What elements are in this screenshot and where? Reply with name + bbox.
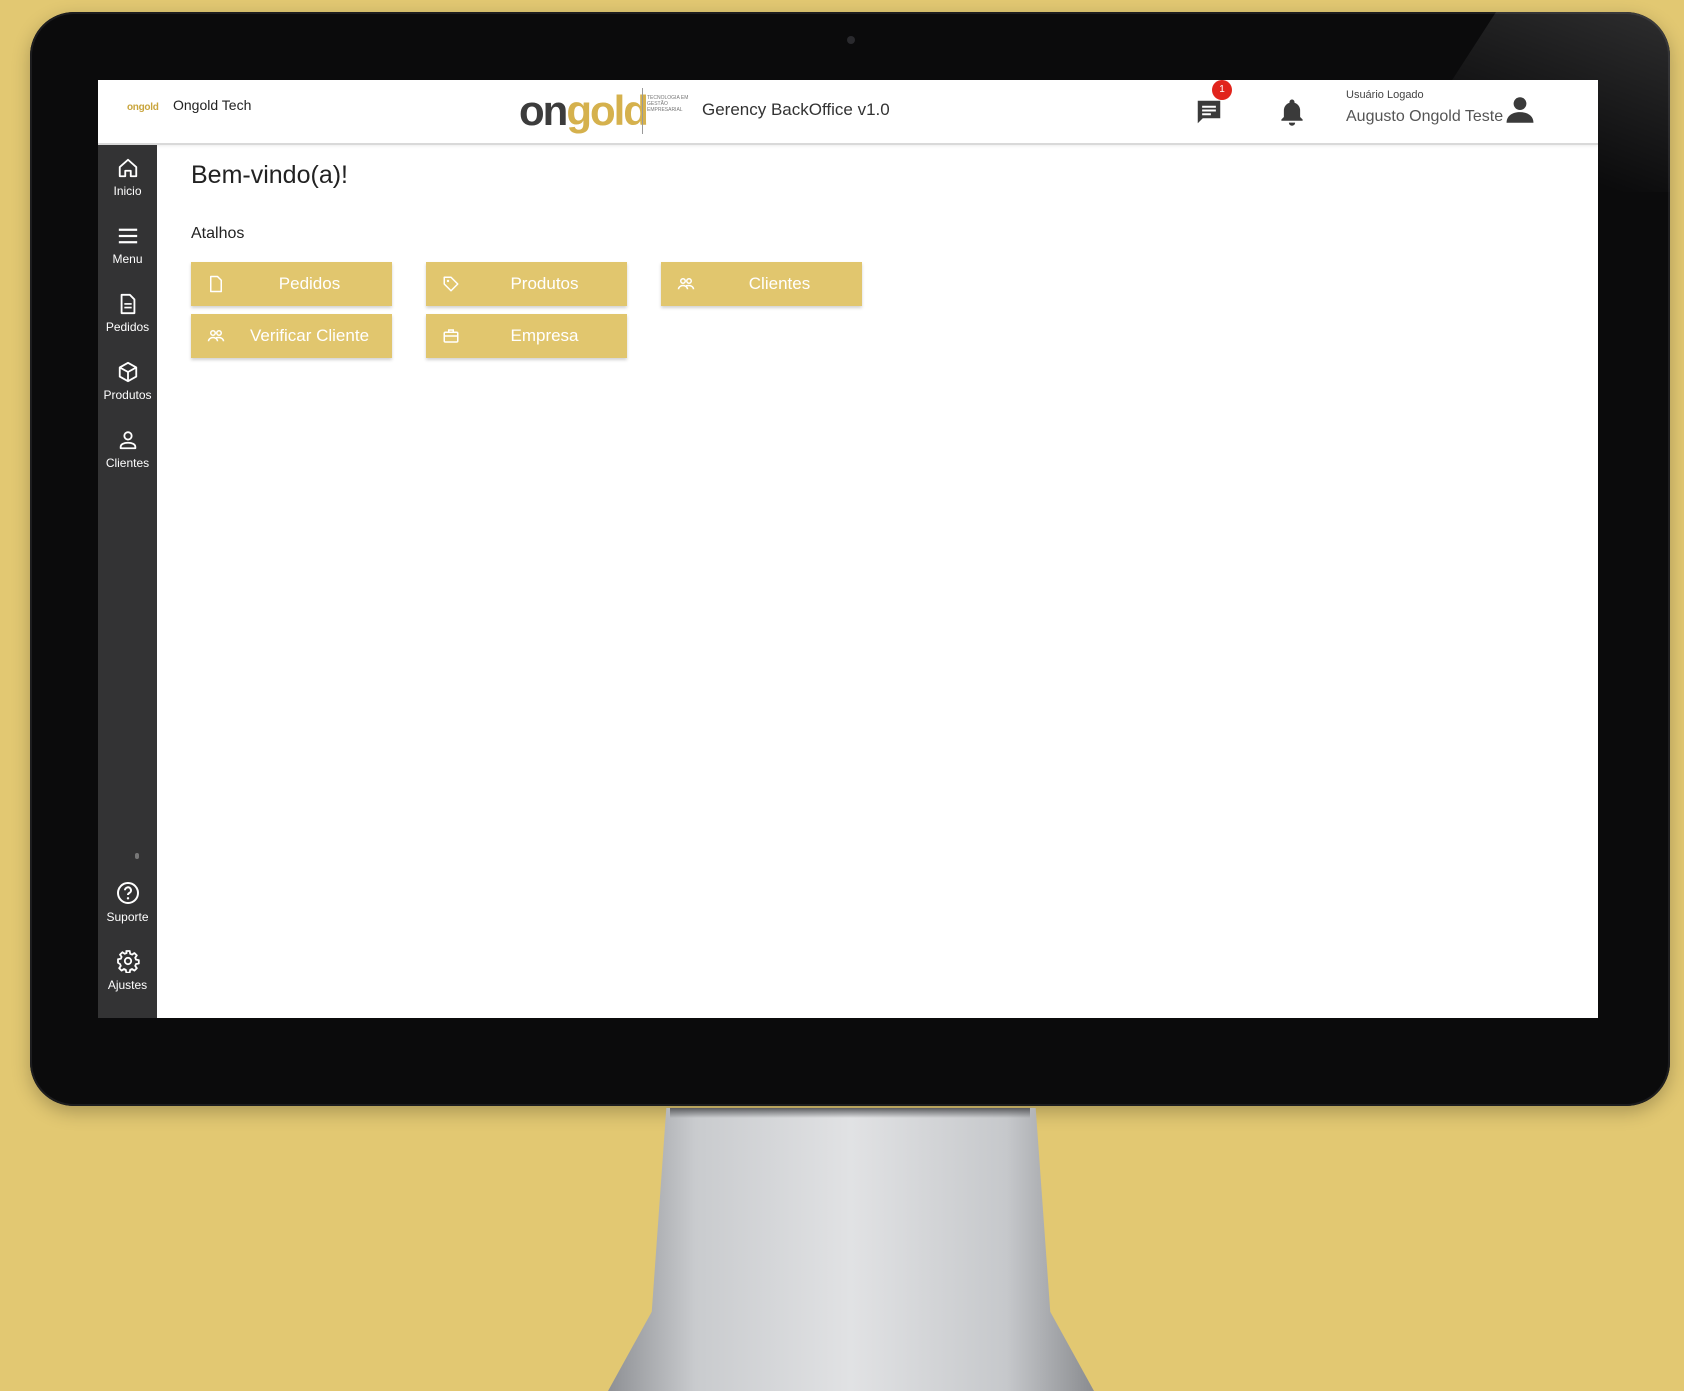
shortcuts-heading: Atalhos [191,225,245,242]
small-logo: ongold [127,102,159,113]
bell-icon [1281,99,1303,126]
top-bar: ongold Ongold Tech ongold Tecnologia em … [98,80,1598,145]
sidebar: Inicio Menu Pedidos Produtos Clientes Su… [98,145,157,1018]
sidebar-item-label: Clientes [105,456,150,470]
sidebar-item-inicio[interactable]: Inicio [98,151,157,211]
shortcut-label: Verificar Cliente [249,326,370,345]
sidebar-item-clientes[interactable]: Clientes [98,423,157,483]
shortcut-clientes-button[interactable]: Clientes [661,262,862,306]
sidebar-item-menu[interactable]: Menu [98,219,157,279]
chat-badge: 1 [1212,80,1232,100]
page-title: Bem-vindo(a)! [191,161,348,189]
tag-icon [443,276,459,292]
logged-user-name: Augusto Ongold Teste [1346,108,1504,125]
company-name: Ongold Tech [173,97,252,113]
menu-icon [118,228,137,244]
sidebar-item-label: Menu [112,252,143,266]
brand-logo: ongold [519,87,649,134]
help-icon [116,882,139,904]
sidebar-item-produtos[interactable]: Produtos [98,355,157,415]
sidebar-item-label: Pedidos [105,320,150,334]
shortcut-label: Clientes [748,274,811,293]
gear-icon [116,950,140,973]
shortcut-produtos-button[interactable]: Produtos [426,262,627,306]
sidebar-item-label: Suporte [106,910,149,924]
sidebar-item-label: Inicio [113,184,142,198]
sidebar-item-suporte[interactable]: Suporte [98,875,157,935]
chat-icon [1197,100,1221,124]
shortcut-pedidos-button[interactable]: Pedidos [191,262,392,306]
document-icon [120,293,135,315]
people-icon [677,278,695,290]
home-icon [118,158,137,178]
shortcut-label: Empresa [510,326,579,345]
user-icon [119,431,136,450]
sidebar-scroll-marker [135,853,139,859]
camera-dot [847,36,855,44]
shortcut-empresa-button[interactable]: Empresa [426,314,627,358]
brand-divider [642,88,643,134]
sidebar-item-label: Ajustes [107,978,148,992]
brand-tagline: Tecnologia em Gestão Empresarial [647,95,689,113]
sidebar-item-label: Produtos [103,388,152,402]
sidebar-item-ajustes[interactable]: Ajustes [98,943,157,1003]
stand-shadow [670,1108,1030,1118]
monitor-stand [608,1108,1094,1391]
logged-user-label: Usuário Logado [1346,89,1424,101]
shortcut-verificar-cliente-button[interactable]: Verificar Cliente [191,314,392,358]
shortcut-label: Produtos [510,274,579,293]
account-icon [1506,97,1534,123]
brand-logo-gold: gold [566,87,649,134]
sidebar-item-pedidos[interactable]: Pedidos [98,287,157,347]
people-icon [207,330,225,342]
document-icon [210,275,222,293]
shortcut-label: Pedidos [278,274,341,293]
notifications-button[interactable] [1274,94,1310,130]
box-icon [118,361,137,383]
system-name: Gerency BackOffice v1.0 [702,100,890,119]
brand-logo-on: on [519,87,568,134]
user-menu-button[interactable] [1503,93,1539,129]
app-screen: ongold Ongold Tech ongold Tecnologia em … [98,80,1598,1018]
briefcase-icon [443,329,459,343]
